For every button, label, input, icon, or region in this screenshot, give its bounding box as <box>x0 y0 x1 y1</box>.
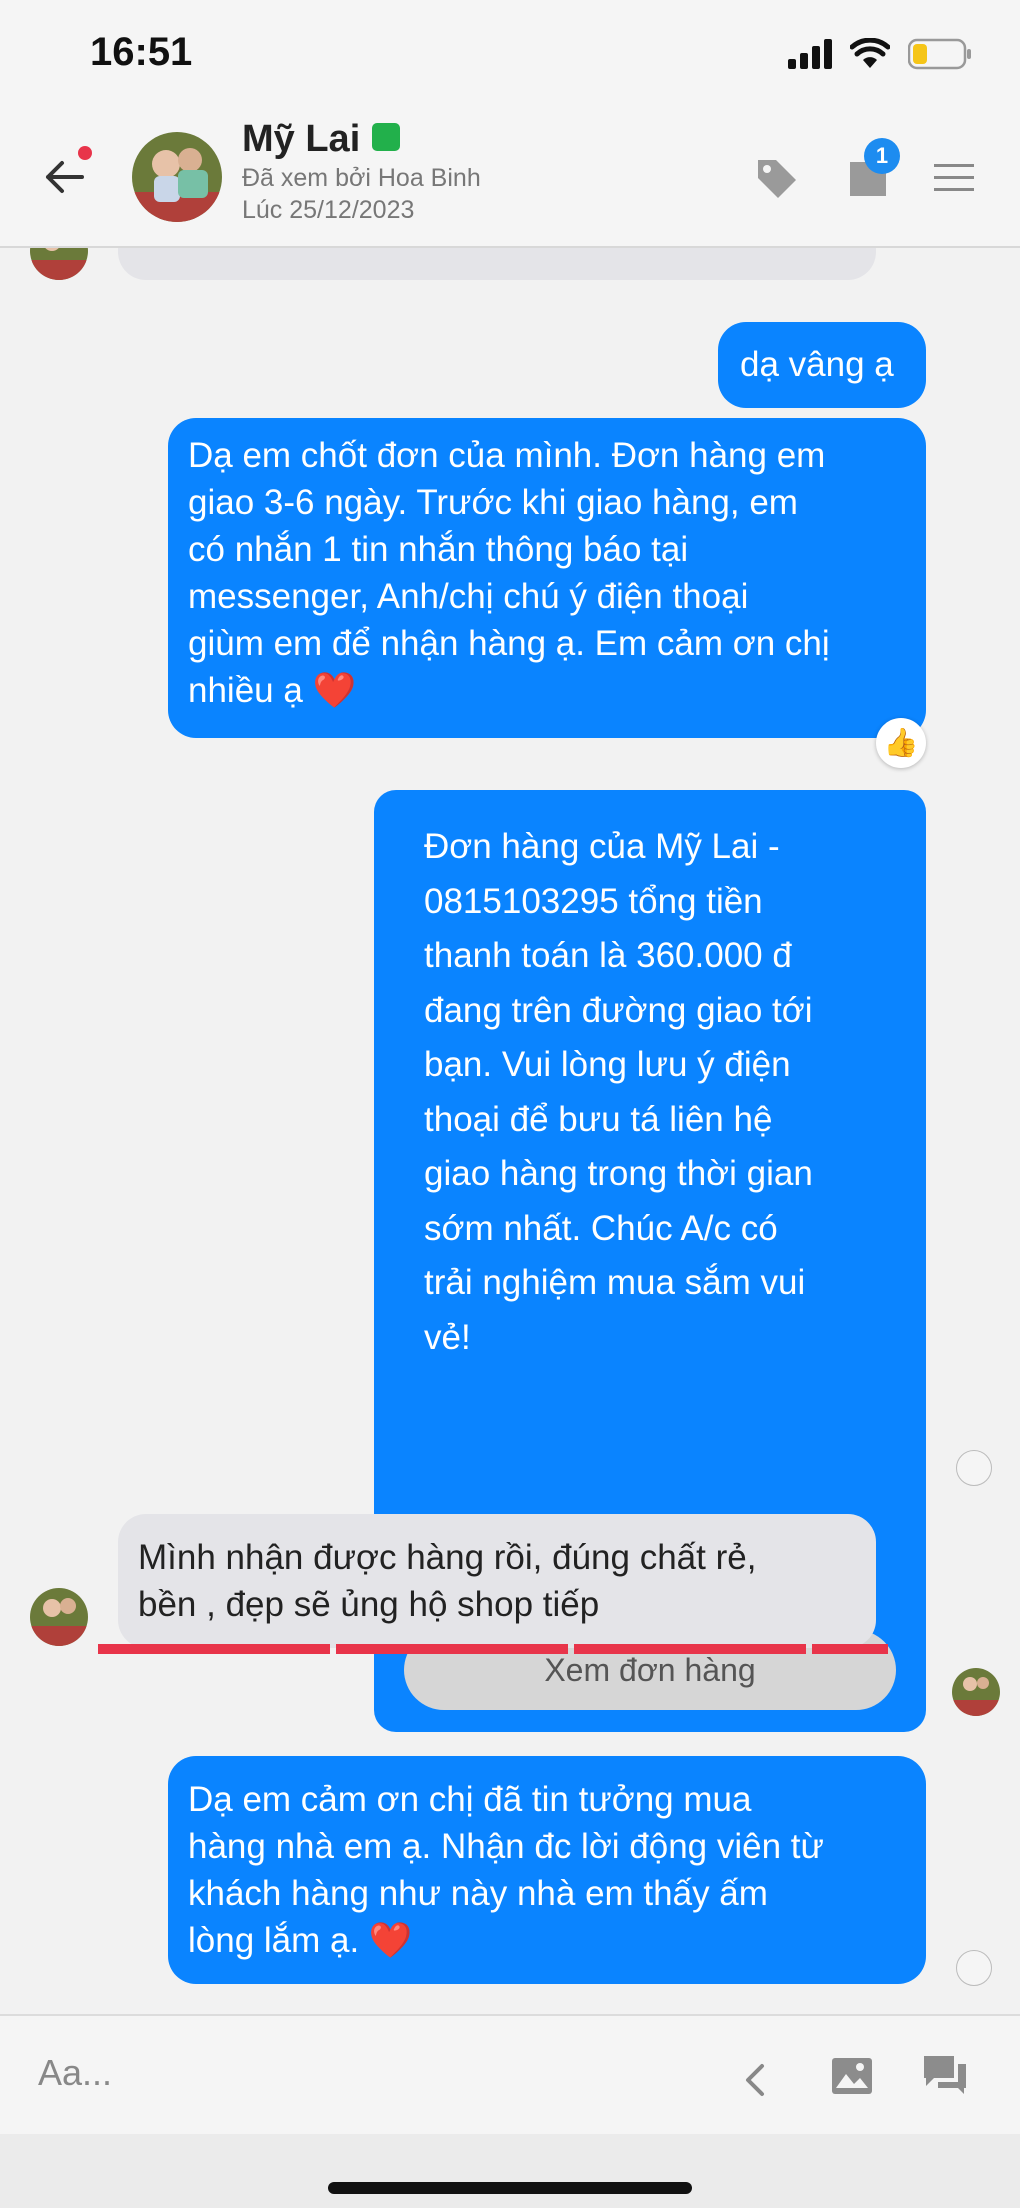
message-bubble-out[interactable]: Dạ em cảm ơn chị đã tin tưởng mua hàng n… <box>168 1756 926 1984</box>
message-line: trải nghiệm mua sắm vui <box>424 1263 806 1302</box>
message-bubble-in-partial[interactable] <box>118 248 876 280</box>
message-line: hàng nhà em ạ. Nhận đc lời động viên từ <box>188 1827 824 1866</box>
message-line: nhiều ạ ❤️ <box>188 671 357 710</box>
message-line: Đơn hàng của Mỹ Lai - <box>424 827 780 866</box>
message-text: Mình nhận được hàng rồi, đúng chất rẻ, b… <box>138 1534 756 1628</box>
message-line: messenger, Anh/chị chú ý điện thoại <box>188 577 749 616</box>
notification-dot <box>78 146 92 160</box>
seen-by-text: Đã xem bởi Hoa Binh <box>242 164 481 192</box>
chat-header: Mỹ Lai Đã xem bởi Hoa Binh Lúc 25/12/202… <box>0 110 1020 248</box>
home-indicator-area <box>0 2134 1020 2208</box>
home-indicator[interactable] <box>328 2182 692 2194</box>
message-line: giao hàng trong thời gian <box>424 1154 813 1193</box>
message-line: lòng lắm ạ. ❤️ <box>188 1921 413 1960</box>
message-line: bạn. Vui lòng lưu ý điện <box>424 1045 791 1084</box>
message-line: thoại để bưu tá liên hệ <box>424 1099 773 1139</box>
message-composer: Aa... <box>0 2014 1020 2136</box>
status-bar: 16:51 <box>0 0 1020 110</box>
image-icon[interactable] <box>830 2056 874 2096</box>
message-line: có nhắn 1 tin nhắn thông báo tại <box>188 530 689 569</box>
message-text: Dạ em chốt đơn của mình. Đơn hàng em gia… <box>188 432 830 714</box>
message-text: Dạ em cảm ơn chị đã tin tưởng mua hàng n… <box>188 1776 824 1964</box>
like-reaction[interactable]: 👍 <box>876 718 926 768</box>
menu-icon[interactable] <box>930 154 978 202</box>
message-line: Mình nhận được hàng rồi, đúng chất rẻ, <box>138 1538 757 1577</box>
message-bubble-out[interactable]: Dạ em chốt đơn của mình. Đơn hàng em gia… <box>168 418 926 738</box>
phone-icon <box>372 122 401 151</box>
order-card-text: Đơn hàng của Mỹ Lai - 0815103295 tổng ti… <box>424 820 813 1365</box>
signal-icon <box>788 39 832 69</box>
message-line: 0815103295 tổng tiền <box>424 881 763 921</box>
message-bubble-in[interactable]: Mình nhận được hàng rồi, đúng chất rẻ, b… <box>118 1514 876 1648</box>
wifi-icon <box>850 38 890 68</box>
tag-icon[interactable] <box>752 154 800 202</box>
battery-icon <box>908 38 971 70</box>
message-line: vẻ! <box>424 1317 471 1357</box>
highlight-underline <box>98 1644 888 1654</box>
seen-indicator-avatar <box>956 1450 992 1486</box>
message-input[interactable]: Aa... <box>38 2052 112 2094</box>
message-line: đang trên đường giao tới <box>424 990 813 1030</box>
seen-indicator-avatar <box>952 1668 1000 1716</box>
message-line: thanh toán là 360.000 đ <box>424 936 792 975</box>
message-bubble-out[interactable]: dạ vâng ạ <box>718 322 926 408</box>
seen-time-text: Lúc 25/12/2023 <box>242 196 415 224</box>
message-line: giao 3-6 ngày. Trước khi giao hàng, em <box>188 483 798 522</box>
message-line: giùm em để nhận hàng ạ. Em cảm ơn chị <box>188 624 830 663</box>
contact-avatar[interactable] <box>132 132 222 222</box>
contact-avatar-small <box>30 248 88 280</box>
message-line: bền , đẹp sẽ ủng hộ shop tiếp <box>138 1585 600 1624</box>
contact-name: Mỹ Lai <box>242 118 401 161</box>
message-line: Dạ em cảm ơn chị đã tin tưởng mua <box>188 1780 752 1819</box>
status-icons <box>788 34 972 74</box>
message-text: dạ vâng ạ <box>740 345 894 384</box>
message-line: sớm nhất. Chúc A/c có <box>424 1208 778 1248</box>
chevron-left-icon[interactable] <box>738 2060 772 2100</box>
contact-avatar-small <box>30 1588 88 1646</box>
message-line: khách hàng như này nhà em thấy ấm <box>188 1874 768 1913</box>
notes-badge: 1 <box>864 138 900 174</box>
chat-bubbles-icon[interactable] <box>922 2054 968 2098</box>
message-list[interactable]: dạ vâng ạ Dạ em chốt đơn của mình. Đơn h… <box>0 248 1020 2012</box>
message-line: Dạ em chốt đơn của mình. Đơn hàng em <box>188 436 826 475</box>
status-time: 16:51 <box>90 30 193 74</box>
seen-indicator-avatar <box>956 1950 992 1986</box>
